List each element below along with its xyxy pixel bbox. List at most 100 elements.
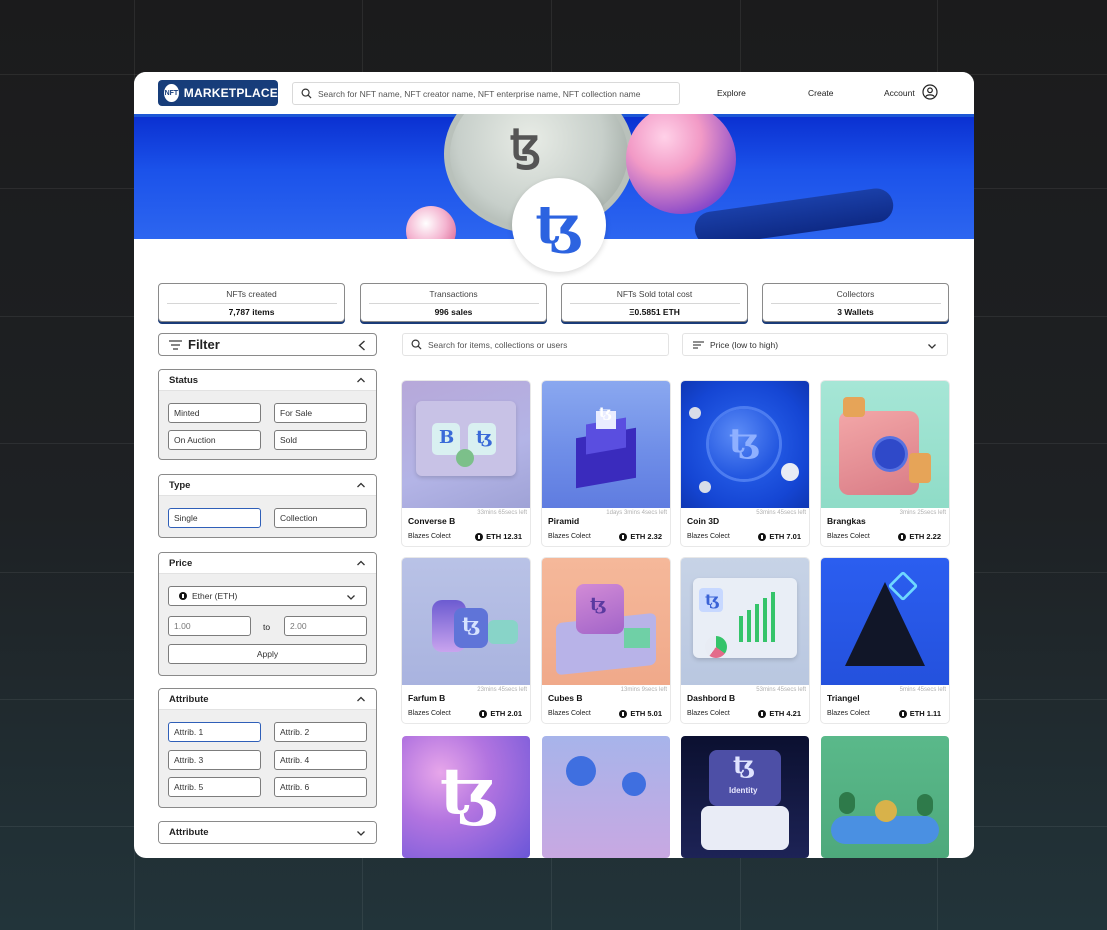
items-search-input[interactable]: Search for items, collections or users (402, 333, 669, 356)
global-search-input[interactable]: Search for NFT name, NFT creator name, N… (292, 82, 680, 105)
nft-card-row3-3[interactable]: ꜩ Identity (681, 736, 809, 858)
stat-label: Collectors (836, 289, 875, 299)
price-max-input[interactable]: 2.00 (284, 616, 367, 636)
attribute-collapsed-header[interactable]: Attribute (159, 822, 376, 843)
sort-icon (693, 340, 704, 349)
chevron-up-icon[interactable] (356, 480, 366, 490)
price-min-input[interactable]: 1.00 (168, 616, 251, 636)
nft-image: ꜩ (681, 381, 809, 508)
filter-lines-icon (169, 339, 182, 350)
nft-image: ꜩ (681, 558, 809, 685)
nft-card-brangkas[interactable]: 3mins 25secs left Brangkas Blazes Colect… (821, 381, 949, 546)
chevron-left-icon[interactable] (358, 340, 366, 351)
time-left: 1days 3mins 4secs left (606, 510, 667, 516)
search-icon (411, 339, 422, 350)
attribute-1-chip[interactable]: Attrib. 1 (168, 722, 261, 742)
eth-icon (479, 709, 488, 718)
nft-name: Coin 3D (687, 516, 720, 526)
attribute-3-chip[interactable]: Attrib. 3 (168, 750, 261, 770)
stat-collectors: Collectors 3 Wallets (762, 283, 949, 322)
nft-card-row3-4[interactable] (821, 736, 949, 858)
logo[interactable]: NFT MARKETPLACE (158, 80, 278, 106)
type-single-chip[interactable]: Single (168, 508, 261, 528)
banner-sphere-image (626, 114, 736, 214)
nft-image (821, 381, 949, 508)
nav-create[interactable]: Create (808, 88, 834, 98)
nft-price: ETH 5.01 (619, 709, 662, 718)
currency-label: Ether (ETH) (192, 591, 238, 601)
panel-title: Attribute (169, 693, 209, 705)
creator-name: Blazes Colect (827, 533, 870, 540)
nft-price: ETH 2.32 (619, 532, 662, 541)
price-value: ETH 4.21 (769, 709, 801, 718)
status-for-sale-chip[interactable]: For Sale (274, 403, 367, 423)
price-value: ETH 1.11 (909, 709, 941, 718)
filter-header[interactable]: Filter (158, 333, 377, 356)
identity-label: Identity (729, 786, 758, 795)
nft-card-piramid[interactable]: ꜩ 1days 3mins 4secs left Piramid Blazes … (542, 381, 670, 546)
global-search-placeholder: Search for NFT name, NFT creator name, N… (318, 88, 641, 99)
currency-select[interactable]: Ether (ETH) (168, 586, 367, 606)
status-on-auction-chip[interactable]: On Auction (168, 430, 261, 450)
creator-name: Blazes Colect (408, 710, 451, 717)
type-panel-header[interactable]: Type (159, 475, 376, 496)
nav-explore[interactable]: Explore (717, 88, 746, 98)
time-left: 33mins 65secs left (477, 510, 527, 516)
panel-title: Price (169, 557, 193, 569)
nft-price: ETH 4.21 (758, 709, 801, 718)
price-value: ETH 2.22 (909, 532, 941, 541)
type-collection-chip[interactable]: Collection (274, 508, 367, 528)
creator-name: Blazes Colect (687, 533, 730, 540)
collection-avatar: ꜩ (512, 178, 606, 272)
nft-image: ꜩ (402, 736, 530, 858)
attribute-4-chip[interactable]: Attrib. 4 (274, 750, 367, 770)
nft-card-row3-1[interactable]: ꜩ (402, 736, 530, 858)
attribute-6-chip[interactable]: Attrib. 6 (274, 777, 367, 797)
attribute-panel-collapsed[interactable]: Attribute (158, 821, 377, 844)
panel-title: Type (169, 479, 191, 491)
nav-account[interactable]: Account (884, 88, 915, 98)
price-value: ETH 2.32 (630, 532, 662, 541)
apply-button[interactable]: Apply (168, 644, 367, 664)
nft-card-farfum-b[interactable]: ꜩ 23mins 45secs left Farfum B Blazes Col… (402, 558, 530, 723)
status-minted-chip[interactable]: Minted (168, 403, 261, 423)
price-panel-header[interactable]: Price (159, 553, 376, 574)
nft-price: ETH 12.31 (475, 532, 522, 541)
nft-card-dashbord-b[interactable]: ꜩ 53mins 45secs left Dashbord B Blazes C… (681, 558, 809, 723)
creator-name: Blazes Colect (687, 710, 730, 717)
creator-name: Blazes Colect (548, 533, 591, 540)
eth-icon (898, 532, 907, 541)
nft-image: ꜩ (402, 558, 530, 685)
chevron-up-icon[interactable] (356, 694, 366, 704)
attribute-panel-header[interactable]: Attribute (159, 689, 376, 710)
account-icon[interactable] (922, 84, 938, 100)
nft-image: ꜩ (542, 381, 670, 508)
nft-card-cubes-b[interactable]: ꜩ 13mins 9secs left Cubes B Blazes Colec… (542, 558, 670, 723)
sort-dropdown[interactable]: Price (low to high) (682, 333, 948, 356)
nft-name: Brangkas (827, 516, 866, 526)
chevron-down-icon[interactable] (356, 828, 366, 838)
eth-icon (898, 709, 907, 718)
panel-title: Attribute (169, 827, 209, 838)
nft-card-triangel[interactable]: 5mins 45secs left Triangel Blazes Colect… (821, 558, 949, 723)
attribute-5-chip[interactable]: Attrib. 5 (168, 777, 261, 797)
filter-title: Filter (188, 337, 220, 352)
nft-card-coin-3d[interactable]: ꜩ 53mins 45secs left Coin 3D Blazes Cole… (681, 381, 809, 546)
eth-icon (475, 532, 484, 541)
nft-image: ꜩ (542, 558, 670, 685)
attribute-2-chip[interactable]: Attrib. 2 (274, 722, 367, 742)
status-sold-chip[interactable]: Sold (274, 430, 367, 450)
chevron-up-icon[interactable] (356, 375, 366, 385)
price-value: ETH 12.31 (486, 532, 522, 541)
eth-icon (619, 532, 628, 541)
status-panel-header[interactable]: Status (159, 370, 376, 391)
stat-value: 996 sales (434, 307, 473, 317)
nft-image (821, 736, 949, 858)
nft-card-converse-b[interactable]: B ꜩ 33mins 65secs left Converse B Blazes… (402, 381, 530, 546)
price-to-label: to (263, 622, 271, 632)
nft-card-row3-2[interactable] (542, 736, 670, 858)
stat-nfts-created: NFTs created 7,787 items (158, 283, 345, 322)
app-window: NFT MARKETPLACE Search for NFT name, NFT… (134, 72, 974, 858)
chevron-up-icon[interactable] (356, 558, 366, 568)
time-left: 53mins 45secs left (756, 510, 806, 516)
